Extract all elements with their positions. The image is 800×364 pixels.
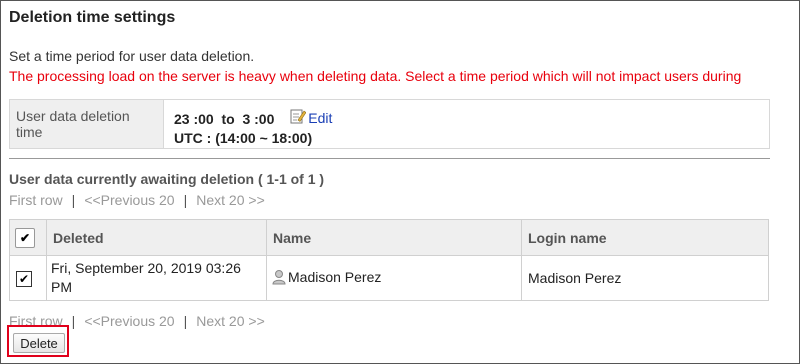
row-checkbox[interactable]: ✔ bbox=[16, 270, 32, 287]
name-column-header[interactable]: Name bbox=[266, 219, 522, 256]
pager-first-row: First row bbox=[9, 192, 63, 208]
pager-separator: | bbox=[71, 313, 76, 329]
edit-link[interactable]: Edit bbox=[290, 108, 332, 129]
deletion-time-range: 23 :00 to 3 :00 bbox=[174, 111, 275, 127]
login-name-cell: Madison Perez bbox=[521, 255, 769, 301]
deletion-time-value: 23 :00 to 3 :00 Edit UTC : (14:00 ~ 18:0… bbox=[164, 100, 342, 148]
pager-next: Next 20 >> bbox=[196, 192, 265, 208]
delete-button-highlight: Delete bbox=[7, 325, 69, 357]
select-all-checkbox[interactable]: ✔ bbox=[15, 227, 35, 248]
delete-button[interactable]: Delete bbox=[13, 333, 65, 353]
row-select-cell: ✔ bbox=[9, 255, 47, 301]
pager-separator: | bbox=[183, 313, 188, 329]
page-description: Set a time period for user data deletion… bbox=[9, 48, 255, 64]
checkmark-icon: ✔ bbox=[19, 230, 31, 245]
utc-time-range: UTC : (14:00 ~ 18:00) bbox=[174, 130, 313, 146]
select-all-header: ✔ bbox=[9, 219, 47, 256]
warning-message: The processing load on the server is hea… bbox=[9, 68, 742, 84]
user-name[interactable]: Madison Perez bbox=[288, 269, 381, 285]
table-header-row: ✔ Deleted Name Login name bbox=[9, 219, 769, 256]
deleted-date-cell: Fri, September 20, 2019 03:26 PM bbox=[46, 255, 267, 301]
deletion-time-settings-panel: Deletion time settings Set a time period… bbox=[0, 0, 800, 364]
user-icon bbox=[271, 269, 287, 288]
pager-separator: | bbox=[71, 192, 76, 208]
pager-previous: <<Previous 20 bbox=[84, 313, 175, 329]
pager-next: Next 20 >> bbox=[196, 313, 265, 329]
edit-pencil-icon bbox=[290, 108, 307, 129]
deletion-time-label: User data deletion time bbox=[10, 100, 164, 148]
section-divider bbox=[9, 158, 770, 159]
login-column-header[interactable]: Login name bbox=[521, 219, 769, 256]
awaiting-deletion-table: ✔ Deleted Name Login name ✔ Fri, Septemb… bbox=[9, 219, 769, 301]
pager-separator: | bbox=[183, 192, 188, 208]
pager-top: First row | <<Previous 20 | Next 20 >> bbox=[9, 192, 265, 208]
deleted-column-header[interactable]: Deleted bbox=[46, 219, 267, 256]
pager-previous: <<Previous 20 bbox=[84, 192, 175, 208]
checkmark-icon: ✔ bbox=[18, 271, 30, 286]
page-title: Deletion time settings bbox=[9, 9, 176, 26]
table-row: ✔ Fri, September 20, 2019 03:26 PM Madis… bbox=[9, 255, 769, 301]
name-cell: Madison Perez bbox=[266, 255, 522, 301]
deletion-time-setting-row: User data deletion time 23 :00 to 3 :00 bbox=[9, 99, 770, 149]
awaiting-deletion-title: User data currently awaiting deletion ( … bbox=[9, 171, 325, 187]
edit-label: Edit bbox=[308, 110, 333, 126]
